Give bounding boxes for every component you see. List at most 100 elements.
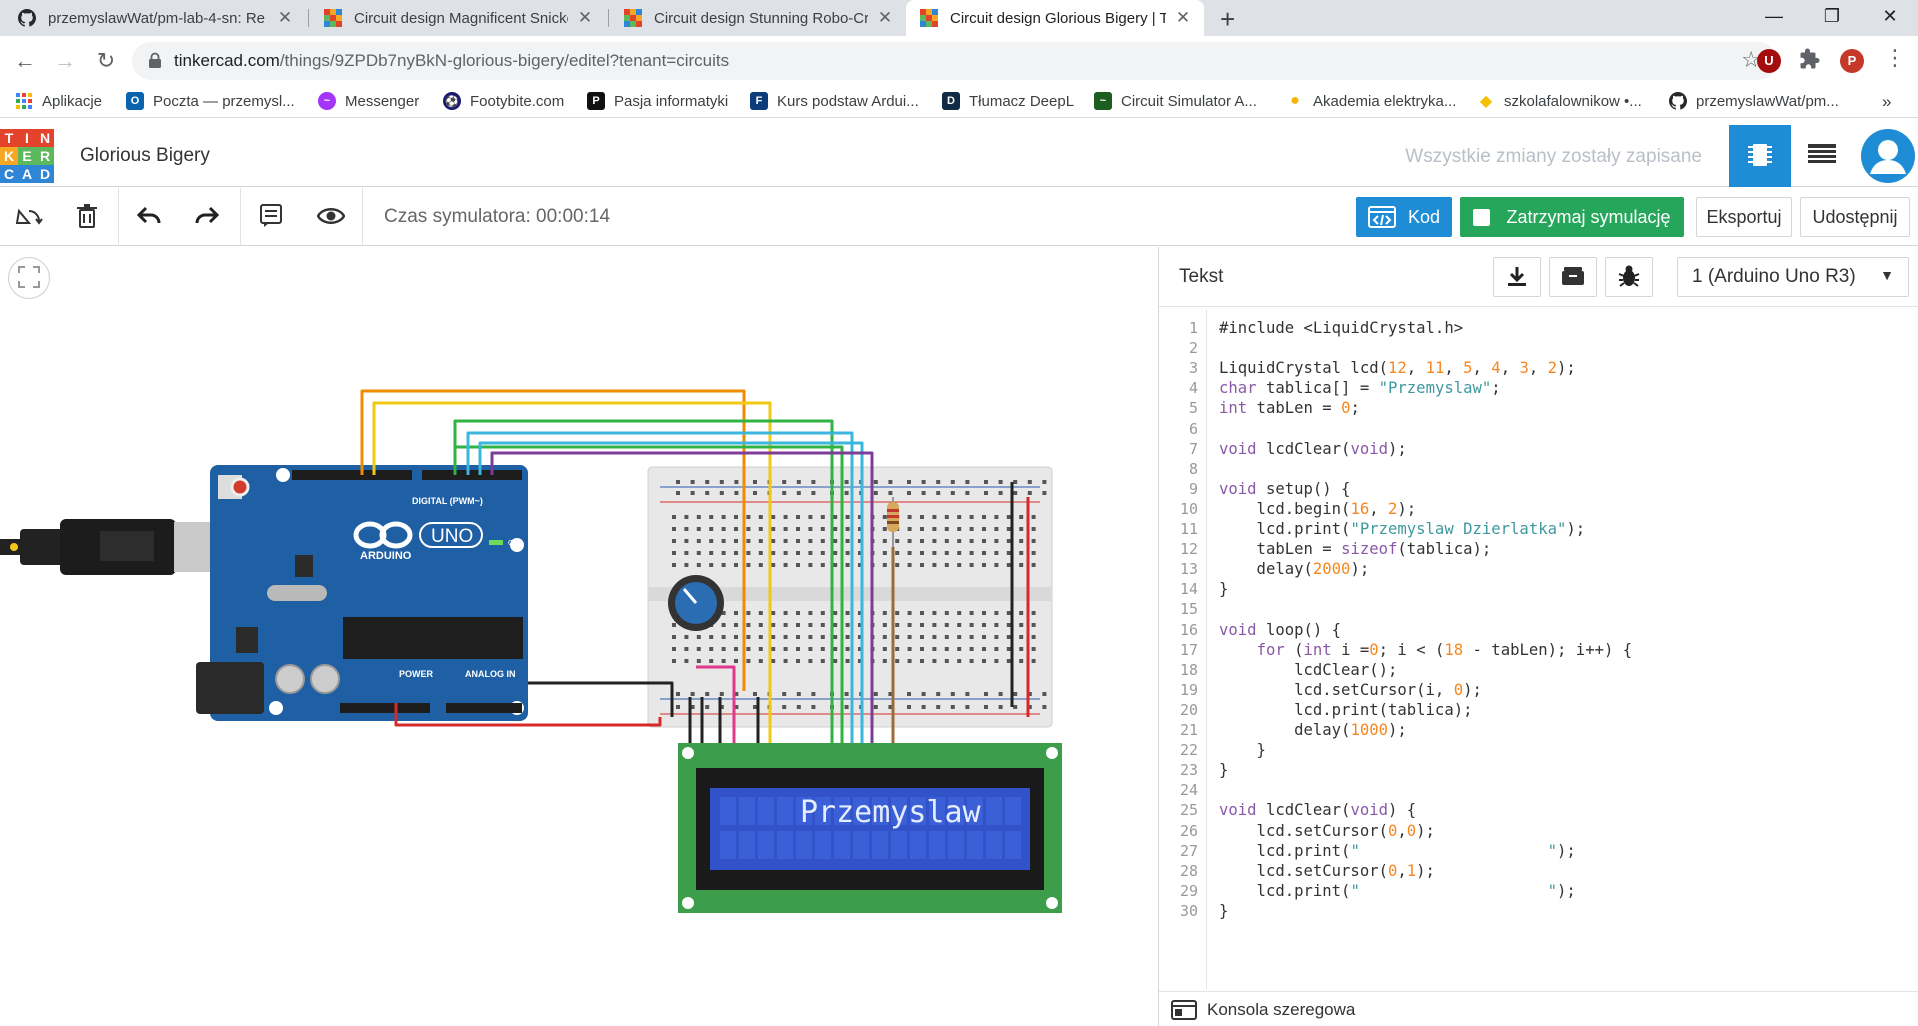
code-line[interactable]: int tabLen = 0; [1219, 398, 1360, 418]
redo-button[interactable] [178, 188, 236, 246]
breadboard-hole [796, 647, 800, 651]
lcd-cell [986, 831, 1002, 859]
device-select[interactable]: 1 (Arduino Uno R3) ▼ [1677, 257, 1909, 297]
breadboard-hole [758, 539, 763, 543]
export-button[interactable]: Eksportuj [1696, 197, 1792, 237]
bookmark-item[interactable]: ● Akademia elektryka... [1286, 92, 1456, 110]
breadboard-hole [920, 623, 924, 627]
download-code-button[interactable] [1493, 257, 1541, 297]
debugger-button[interactable] [1605, 257, 1653, 297]
code-line[interactable]: delay(1000); [1219, 720, 1407, 740]
code-line[interactable]: void lcdClear(void); [1219, 439, 1407, 459]
code-line[interactable]: } [1219, 901, 1228, 921]
breadboard-rail-hole [1042, 491, 1047, 495]
browser-tab-active[interactable]: Circuit design Glorious Bigery | Ti ✕ [906, 0, 1204, 36]
code-line[interactable]: lcd.print(" "); [1219, 881, 1576, 901]
visibility-button[interactable] [302, 188, 360, 246]
bookmark-item[interactable]: ~ Messenger [318, 92, 419, 110]
delete-button[interactable] [58, 188, 116, 246]
close-window-button[interactable]: ✕ [1862, 0, 1918, 34]
library-button[interactable] [1549, 257, 1597, 297]
code-button[interactable]: Kod [1356, 197, 1452, 237]
browser-tab[interactable]: Circuit design Stunning Robo-Cri ✕ [610, 0, 906, 36]
circuit-canvas[interactable]: ARDUINO UNO DIGITAL (PWM~) POWER ANALOG … [0, 247, 1158, 1026]
code-line[interactable]: lcdClear(); [1219, 660, 1397, 680]
breadboard-hole [957, 611, 962, 615]
minimize-window-button[interactable]: — [1746, 0, 1802, 34]
note-icon [260, 203, 282, 231]
back-button[interactable]: ← [9, 45, 41, 77]
code-line[interactable]: lcd.setCursor(0,1); [1219, 861, 1435, 881]
breadboard-hole [783, 563, 788, 567]
breadboard-hole [944, 623, 949, 627]
code-line[interactable]: } [1219, 740, 1266, 760]
code-line[interactable]: delay(2000); [1219, 559, 1370, 579]
code-line[interactable]: char tablica[] = "Przemyslaw"; [1219, 378, 1501, 398]
code-line[interactable]: lcd.setCursor(0,0); [1219, 821, 1435, 841]
bookmark-item[interactable]: P Pasja informatyki [587, 92, 728, 110]
arduino-uno-board[interactable]: ARDUINO UNO DIGITAL (PWM~) POWER ANALOG … [196, 465, 528, 721]
bookmark-item[interactable]: Aplikacje [15, 92, 102, 110]
close-tab-icon[interactable]: ✕ [1174, 8, 1192, 28]
breadboard-rail-hole [936, 692, 941, 696]
breadboard-hole [1019, 659, 1024, 663]
url-input[interactable]: tinkercad.com/things/9ZPDb7nyBkN-gloriou… [132, 42, 1777, 80]
bookmark-item[interactable]: ◆ szkolafalownikow •... [1477, 92, 1642, 111]
serial-monitor-bar[interactable]: Konsola szeregowa [1159, 991, 1918, 1026]
breadboard-hole [920, 635, 924, 639]
project-name[interactable]: Glorious Bigery [80, 145, 210, 167]
component-list-button[interactable] [1791, 125, 1853, 187]
potentiometer[interactable] [668, 575, 724, 631]
close-tab-icon[interactable]: ✕ [576, 8, 594, 28]
new-tab-button[interactable]: + [1220, 4, 1235, 35]
tinkercad-logo[interactable]: T I N K E R C A D [0, 129, 54, 183]
lcd-16x2-module[interactable]: Przemyslaw [678, 743, 1062, 913]
share-button[interactable]: Udostępnij [1800, 197, 1910, 237]
code-line[interactable]: tabLen = sizeof(tablica); [1219, 539, 1492, 559]
code-line[interactable]: for (int i =0; i < (18 - tabLen); i++) { [1219, 640, 1633, 660]
breadboard-rail-hole [907, 692, 911, 696]
code-line[interactable]: } [1219, 579, 1228, 599]
code-line[interactable]: lcd.print(tablica); [1219, 700, 1472, 720]
more-bookmarks-icon[interactable]: » [1882, 92, 1891, 112]
code-editor[interactable]: #include <LiquidCrystal.h> LiquidCrystal … [1219, 309, 1909, 989]
breadboard-hole [1031, 623, 1036, 627]
user-avatar[interactable] [1858, 128, 1918, 184]
notes-button[interactable] [242, 188, 300, 246]
code-line[interactable]: lcd.setCursor(i, 0); [1219, 680, 1482, 700]
bookmark-item[interactable]: przemyslawWat/pm... [1669, 92, 1839, 110]
undo-button[interactable] [120, 188, 178, 246]
rotate-button[interactable] [0, 188, 58, 246]
browser-tab[interactable]: przemyslawWat/pm-lab-4-sn: Re ✕ [4, 0, 306, 36]
maximize-window-button[interactable]: ❐ [1804, 0, 1860, 34]
bookmark-item[interactable]: O Poczta — przemysl... [126, 92, 295, 110]
code-line[interactable]: lcd.print("Przemyslaw Dzierlatka"); [1219, 519, 1586, 539]
bookmark-item[interactable]: ⚽ Footybite.com [443, 92, 564, 110]
bookmark-item[interactable]: F Kurs podstaw Ardui... [750, 92, 919, 110]
code-line[interactable]: void lcdClear(void) { [1219, 800, 1416, 820]
breadboard-hole [907, 659, 912, 663]
code-line[interactable]: void loop() { [1219, 620, 1341, 640]
bookmark-item[interactable]: D Tłumacz DeepL [942, 92, 1074, 110]
extensions-puzzle-icon[interactable] [1799, 48, 1821, 73]
close-tab-icon[interactable]: ✕ [276, 8, 294, 28]
code-line[interactable]: void setup() { [1219, 479, 1350, 499]
code-mode-label[interactable]: Tekst [1179, 266, 1223, 288]
ublock-extension-icon[interactable]: U [1757, 49, 1781, 73]
browser-tab[interactable]: Circuit design Magnificent Snicke ✕ [310, 0, 606, 36]
browser-menu-icon[interactable]: ⋮ [1884, 47, 1906, 69]
breadboard-hole [944, 539, 949, 543]
circuit-view-button[interactable] [1729, 125, 1791, 187]
forward-button[interactable]: → [49, 45, 81, 77]
code-line[interactable]: lcd.begin(16, 2); [1219, 499, 1417, 519]
profile-avatar[interactable]: P [1840, 49, 1864, 73]
code-line[interactable]: } [1219, 760, 1228, 780]
code-line[interactable]: lcd.print(" "); [1219, 841, 1576, 861]
reload-button[interactable]: ↻ [90, 45, 122, 77]
stop-simulation-button[interactable]: Zatrzymaj symulację [1460, 197, 1684, 237]
bookmark-item[interactable]: ~ Circuit Simulator A... [1094, 92, 1257, 110]
code-line[interactable]: #include <LiquidCrystal.h> [1219, 318, 1463, 338]
bookmark-label: Aplikacje [42, 92, 103, 110]
close-tab-icon[interactable]: ✕ [876, 8, 894, 28]
code-line[interactable]: LiquidCrystal lcd(12, 11, 5, 4, 3, 2); [1219, 358, 1576, 378]
